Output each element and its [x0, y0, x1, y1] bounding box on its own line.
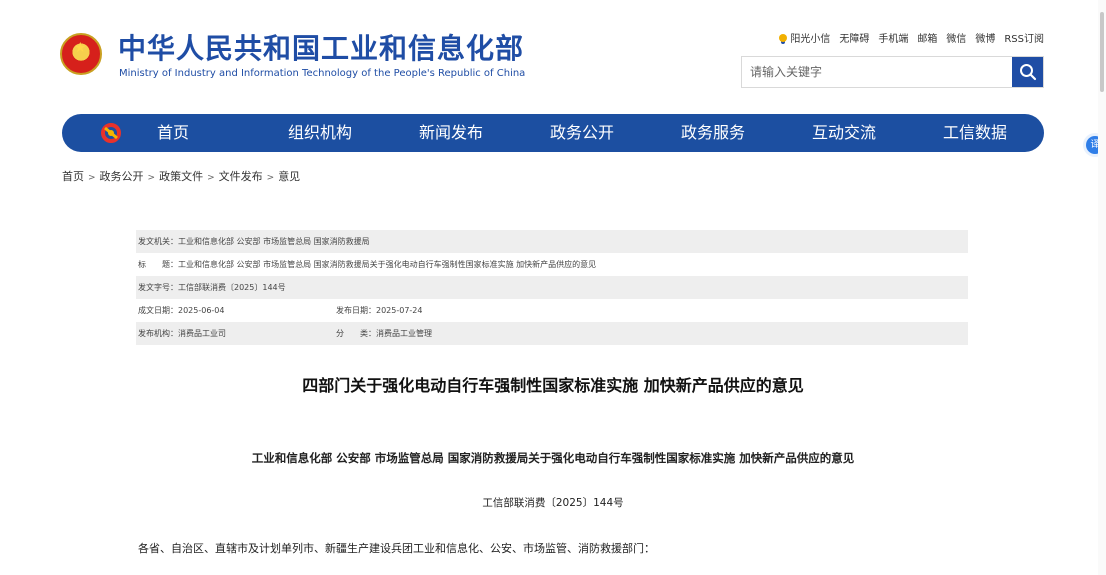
meta-row-org: 发布机构：消费品工业司 分 类：消费品工业管理 — [136, 322, 968, 345]
top-link-mail[interactable]: 邮箱 — [917, 30, 937, 45]
breadcrumb-policy[interactable]: 政策文件 — [159, 170, 203, 183]
meta-row-issuer: 发文机关：工业和信息化部 公安部 市场监管总局 国家消防救援局 — [136, 230, 968, 253]
breadcrumb-file-release[interactable]: 文件发布 — [219, 170, 263, 183]
nav-item-gov-affairs[interactable]: 政务公开 — [550, 114, 681, 152]
main-nav: 首页 组织机构 新闻发布 政务公开 政务服务 互动交流 工信数据 — [62, 114, 1044, 152]
breadcrumb: 首页 > 政务公开 > 政策文件 > 文件发布 > 意见 — [62, 168, 300, 184]
breadcrumb-separator: > — [147, 173, 156, 183]
nav-item-organization[interactable]: 组织机构 — [288, 114, 419, 152]
nav-item-home[interactable]: 首页 — [157, 114, 288, 152]
top-link-sunshine[interactable]: 阳光小信 — [779, 30, 830, 45]
meta-row-doc-number: 发文字号：工信部联消费〔2025〕144号 — [136, 276, 968, 299]
search-box — [741, 56, 1044, 88]
top-link-rss[interactable]: RSS订阅 — [1004, 30, 1044, 45]
national-emblem-icon[interactable]: ★ — [60, 33, 102, 75]
article-subtitle: 工业和信息化部 公安部 市场监管总局 国家消防救援局关于强化电动自行车强制性国家… — [251, 451, 855, 465]
ministry-logo-icon[interactable] — [100, 122, 122, 144]
top-link-wechat[interactable]: 微信 — [946, 30, 966, 45]
nav-item-interaction[interactable]: 互动交流 — [812, 114, 943, 152]
article-doc-number: 工信部联消费〔2025〕144号 — [482, 497, 624, 509]
meta-published-date: 发布日期：2025-07-24 — [336, 306, 423, 315]
search-input[interactable] — [742, 57, 1012, 87]
nav-item-news[interactable]: 新闻发布 — [419, 114, 550, 152]
top-link-mobile[interactable]: 手机端 — [878, 30, 908, 45]
top-link-accessibility[interactable]: 无障碍 — [839, 30, 869, 45]
sunshine-icon — [779, 34, 788, 42]
meta-org: 发布机构：消费品工业司 — [138, 329, 226, 338]
article-title: 四部门关于强化电动自行车强制性国家标准实施 加快新产品供应的意见 — [302, 376, 804, 395]
search-icon — [1019, 64, 1036, 81]
breadcrumb-separator: > — [266, 173, 275, 183]
meta-category: 分 类：消费品工业管理 — [336, 329, 432, 338]
document-metadata: 发文机关：工业和信息化部 公安部 市场监管总局 国家消防救援局 标 题：工业和信… — [136, 230, 968, 345]
scrollbar[interactable] — [1098, 0, 1106, 575]
meta-row-title: 标 题：工业和信息化部 公安部 市场监管总局 国家消防救援局关于强化电动自行车强… — [138, 260, 597, 269]
site-header: ★ 中华人民共和国工业和信息化部 Ministry of Industry an… — [0, 0, 1106, 110]
top-links: 阳光小信 无障碍 手机端 邮箱 微信 微博 RSS订阅 — [779, 30, 1044, 45]
search-button[interactable] — [1012, 57, 1043, 87]
breadcrumb-gov-affairs[interactable]: 政务公开 — [100, 170, 144, 183]
article-salutation: 各省、自治区、直辖市及计划单列市、新疆生产建设兵团工业和信息化、公安、市场监管、… — [138, 542, 655, 555]
nav-item-data[interactable]: 工信数据 — [943, 114, 1074, 152]
breadcrumb-opinion[interactable]: 意见 — [278, 170, 300, 183]
top-link-weibo[interactable]: 微博 — [975, 30, 995, 45]
meta-row-dates: 成文日期：2025-06-04 发布日期：2025-07-24 — [136, 299, 968, 322]
scrollbar-thumb[interactable] — [1100, 12, 1104, 92]
site-name-cn[interactable]: 中华人民共和国工业和信息化部 — [118, 32, 524, 66]
site-name-en: Ministry of Industry and Information Tec… — [119, 68, 526, 79]
breadcrumb-separator: > — [88, 173, 96, 183]
nav-item-gov-services[interactable]: 政务服务 — [681, 114, 812, 152]
meta-created-date: 成文日期：2025-06-04 — [138, 306, 225, 315]
breadcrumb-separator: > — [207, 173, 215, 183]
breadcrumb-home[interactable]: 首页 — [62, 170, 84, 183]
